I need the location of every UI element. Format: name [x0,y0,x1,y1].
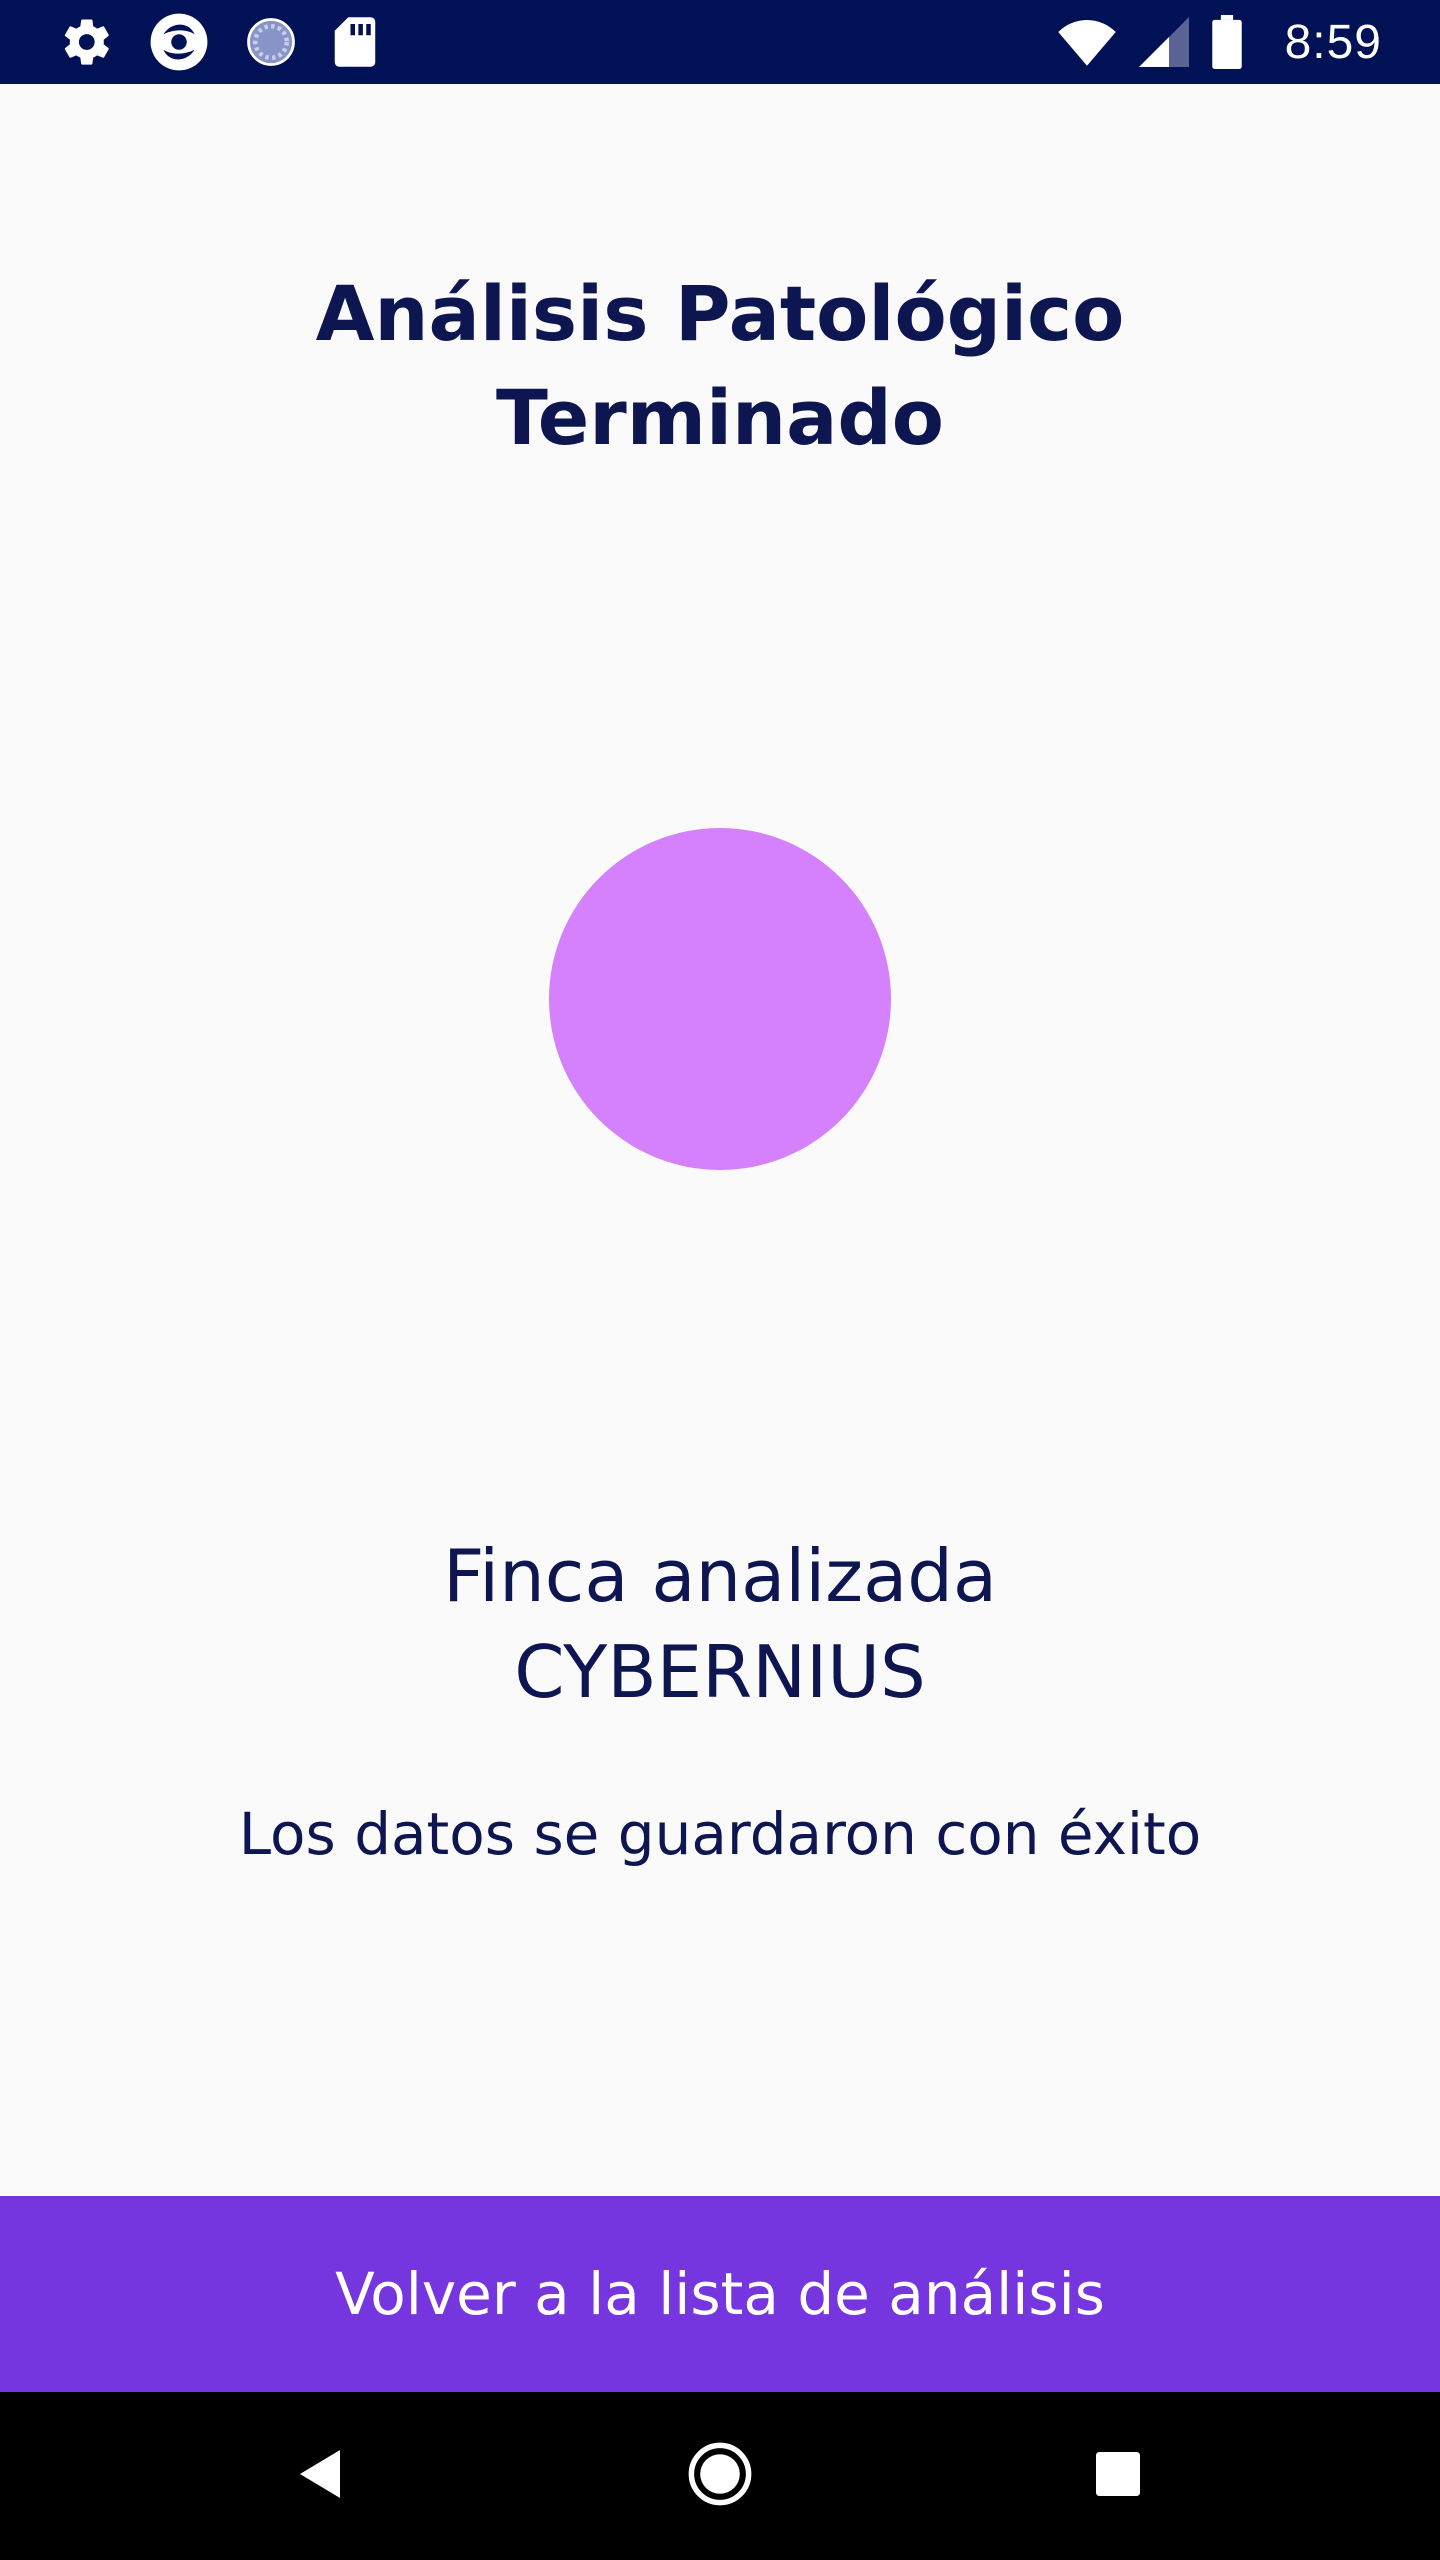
recents-button[interactable] [1018,2392,1218,2560]
home-button[interactable] [620,2392,820,2560]
home-icon [687,2441,753,2511]
farm-label: Finca analizada [442,1534,998,1618]
page-title: Análisis Patológico Terminado [0,262,1440,470]
gear-icon [60,15,114,69]
battery-icon [1211,15,1243,69]
farm-name: CYBERNIUS [514,1630,926,1714]
recents-icon [1096,2452,1140,2500]
screen: 8:59 Análisis Patológico Terminado Finca… [0,0,1440,2560]
page-title-line2: Terminado [495,373,945,462]
wifi-icon [1057,17,1117,67]
page-title-line1: Análisis Patológico [315,269,1125,358]
navigation-bar [0,2392,1440,2560]
signal-icon [1138,17,1189,67]
status-right-icons: 8:59 [1057,0,1382,84]
success-message: Los datos se guardaron con éxito [238,1800,1202,1868]
back-button[interactable] [220,2392,420,2560]
result-indicator-circle [549,828,891,1170]
farm-info: Finca analizada CYBERNIUS [0,1528,1440,1720]
status-bar: 8:59 [0,0,1440,84]
back-to-list-button[interactable]: Volver a la lista de análisis [0,2196,1440,2392]
app-logo-icon [148,11,210,73]
back-icon [296,2448,344,2504]
status-left-icons [60,0,378,84]
clock: 8:59 [1284,15,1382,69]
loading-icon [244,15,298,69]
sd-card-icon [332,15,378,69]
